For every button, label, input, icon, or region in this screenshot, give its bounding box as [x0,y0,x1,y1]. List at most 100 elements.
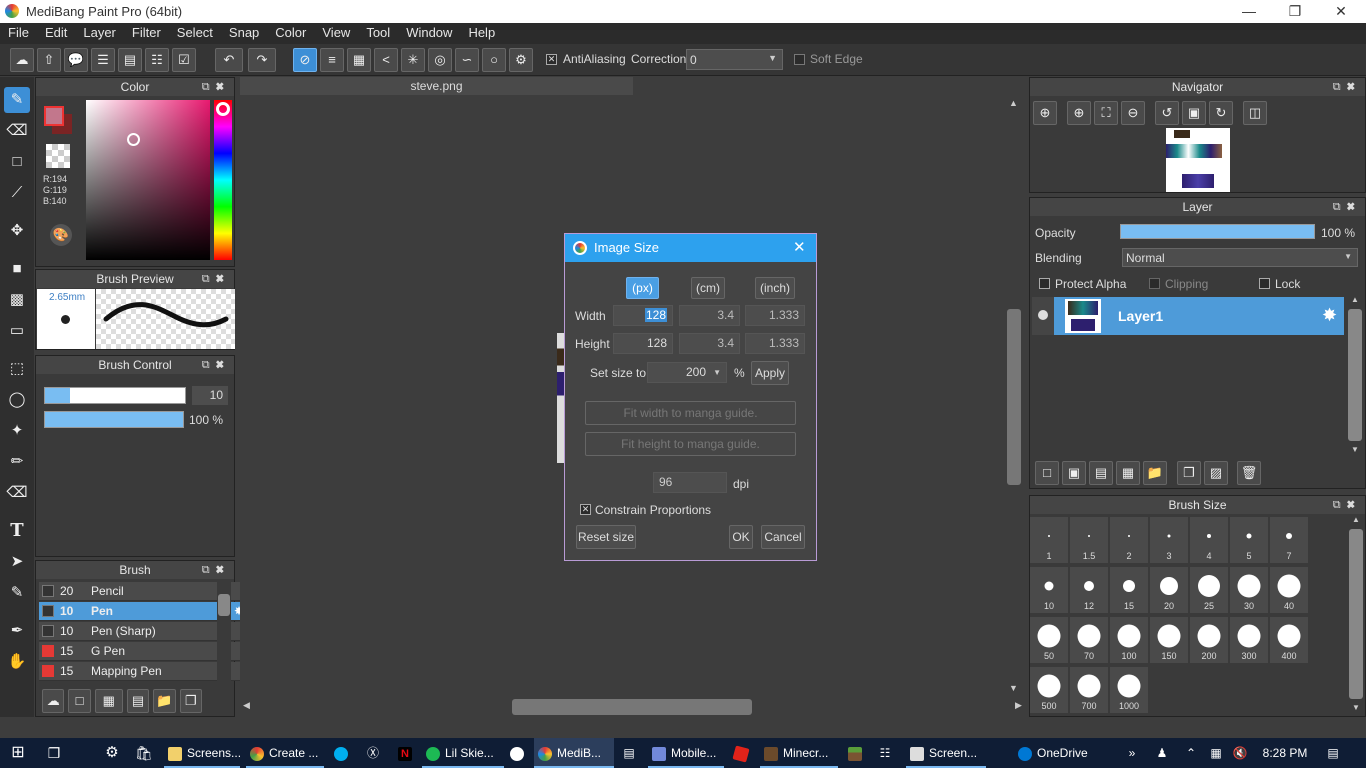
panel-controls-icon[interactable]: ⧉✖ [1333,496,1361,514]
brush-size-cell[interactable]: 500 [1030,667,1068,713]
unit-cm-button[interactable]: (cm) [691,277,725,299]
menu-filter[interactable]: Filter [124,23,169,44]
antialiasing-checkbox[interactable]: ✕ [546,54,557,65]
new-folder-icon[interactable]: 📁 [1143,461,1167,485]
brush-menu-icon[interactable]: ▦ [94,689,123,713]
perspective-snap-icon[interactable]: < [374,48,398,72]
hand-tool-icon[interactable]: ✋ [4,649,30,675]
scroll-left-icon[interactable]: ◀ [243,700,250,711]
radial-snap-icon[interactable]: ✳ [401,48,425,72]
unit-px-button[interactable]: (px) [626,277,659,299]
brush-size-cell[interactable]: 700 [1070,667,1108,713]
bucket-tool-icon[interactable]: ▩ [4,287,30,313]
height-cm-input[interactable]: 3.4 [679,333,740,354]
task-screens[interactable]: Screens... [164,738,241,768]
network-icon[interactable]: ▦ [1206,738,1226,768]
brush-size-cell[interactable]: 1.5 [1070,517,1108,563]
merge-layer-icon[interactable]: ▨ [1204,461,1228,485]
new-layer-icon[interactable]: □ [1035,461,1059,485]
menu-layer[interactable]: Layer [75,23,124,44]
menu-tool[interactable]: Tool [358,23,398,44]
horizontal-scrollbar[interactable]: ◀ ▶ [240,697,1025,717]
xbox-icon[interactable]: Ⓧ [362,738,384,768]
brush-size-cell[interactable]: 20 [1150,567,1188,613]
new-halftone-layer-icon[interactable]: ▤ [1089,461,1113,485]
menu-edit[interactable]: Edit [37,23,75,44]
new-color-layer-icon[interactable]: ▣ [1062,461,1086,485]
task-chrome[interactable]: Create ... [246,738,324,768]
duplicate-layer-icon[interactable]: ❐ [1177,461,1201,485]
hue-slider[interactable] [214,100,232,260]
foreground-color-swatch[interactable] [44,106,64,126]
set-size-dropdown[interactable]: 200 ▼ [647,362,727,383]
circle-snap-icon[interactable]: ○ [482,48,506,72]
panel-controls-icon[interactable]: ⧉✖ [202,78,230,96]
width-inch-input[interactable]: 1.333 [745,305,805,326]
brush-tool-icon[interactable]: ✎ [4,87,30,113]
brush-size-cell[interactable]: 15 [1110,567,1148,613]
brush-size-cell[interactable]: 40 [1270,567,1308,613]
cloud-icon[interactable]: ☁ [10,48,34,72]
menu-window[interactable]: Window [398,23,460,44]
flip-icon[interactable]: ◫ [1243,101,1267,125]
vertical-scrollbar[interactable]: ▲ ▼ [1005,97,1023,695]
document-icon[interactable]: ▤ [118,48,142,72]
windows-start-icon[interactable]: ⊞ [0,738,36,768]
scroll-down-icon[interactable]: ▼ [1351,445,1359,454]
unit-inch-button[interactable]: (inch) [755,277,795,299]
fill-rect-tool-icon[interactable]: ■ [4,256,30,282]
brush-opacity-slider[interactable] [44,411,184,428]
brush-size-scrollbar[interactable]: ▲ ▼ [1348,515,1364,715]
brush-item-pen-sharp[interactable]: 10 Pen (Sharp) [39,622,247,641]
scrollbar-thumb[interactable] [512,699,752,715]
brush-size-cell[interactable]: 1 [1030,517,1068,563]
apply-button[interactable]: Apply [751,361,789,385]
brush-properties-icon[interactable]: ▤ [126,689,150,713]
onedrive-notification[interactable]: OneDrive [1014,738,1094,768]
navigator-thumbnail[interactable] [1166,128,1230,192]
width-px-input[interactable]: 128 [613,305,673,326]
correction-dropdown[interactable]: 0 ▼ [686,49,783,70]
itunes-icon[interactable] [506,738,528,768]
panel-controls-icon[interactable]: ⧉✖ [1333,198,1361,216]
task-screen[interactable]: Screen... [906,738,986,768]
select-eraser-tool-icon[interactable]: ⌫ [4,480,30,506]
rect-select-tool-icon[interactable]: ⬚ [4,356,30,382]
netflix-icon[interactable]: N [394,738,416,768]
grid-snap-icon[interactable]: ▦ [347,48,371,72]
curve-snap-icon[interactable]: ∽ [455,48,479,72]
brush-item-pencil[interactable]: 20 Pencil [39,582,247,601]
magic-wand-tool-icon[interactable]: ✦ [4,418,30,444]
reset-size-button[interactable]: Reset size [576,525,636,549]
volume-icon[interactable]: 🔇 [1230,738,1250,768]
store-icon[interactable]: 🛍 [130,738,158,768]
fullscreen-icon[interactable]: ▣ [1182,101,1206,125]
height-inch-input[interactable]: 1.333 [745,333,805,354]
eraser-tool-icon[interactable]: ⌫ [4,118,30,144]
brush-item-g-pen[interactable]: 15 G Pen [39,642,247,661]
layer-opacity-slider[interactable] [1120,224,1315,239]
comment-icon[interactable]: ☰ [91,48,115,72]
zoom-out-icon[interactable]: ⊖ [1121,101,1145,125]
scroll-up-icon[interactable]: ▲ [1009,98,1018,108]
menu-select[interactable]: Select [169,23,221,44]
list-icon[interactable]: ☷ [145,48,169,72]
layer-visibility-toggle[interactable] [1032,297,1054,335]
skype-icon[interactable] [330,738,352,768]
grass-block-icon[interactable] [844,738,866,768]
panel-controls-icon[interactable]: ⧉✖ [202,356,230,374]
scrollbar-thumb[interactable] [218,594,230,616]
cancel-button[interactable]: Cancel [761,525,805,549]
lock-checkbox[interactable] [1259,278,1270,289]
task-spotify[interactable]: Lil Skie... [422,738,504,768]
roblox-icon[interactable] [730,738,752,768]
settings-gear-icon[interactable]: ⚙ [98,738,126,768]
brush-size-cell[interactable]: 70 [1070,617,1108,663]
chevron-right-icon[interactable]: » [1124,738,1140,768]
notifications-icon[interactable]: ▤ [1322,738,1344,768]
redo-icon[interactable]: ↷ [248,48,276,72]
close-window-button[interactable]: ✕ [1318,0,1364,23]
panel-controls-icon[interactable]: ⧉✖ [202,270,230,288]
brush-size-cell[interactable]: 12 [1070,567,1108,613]
layer-list-scrollbar[interactable]: ▲ ▼ [1347,295,1363,457]
